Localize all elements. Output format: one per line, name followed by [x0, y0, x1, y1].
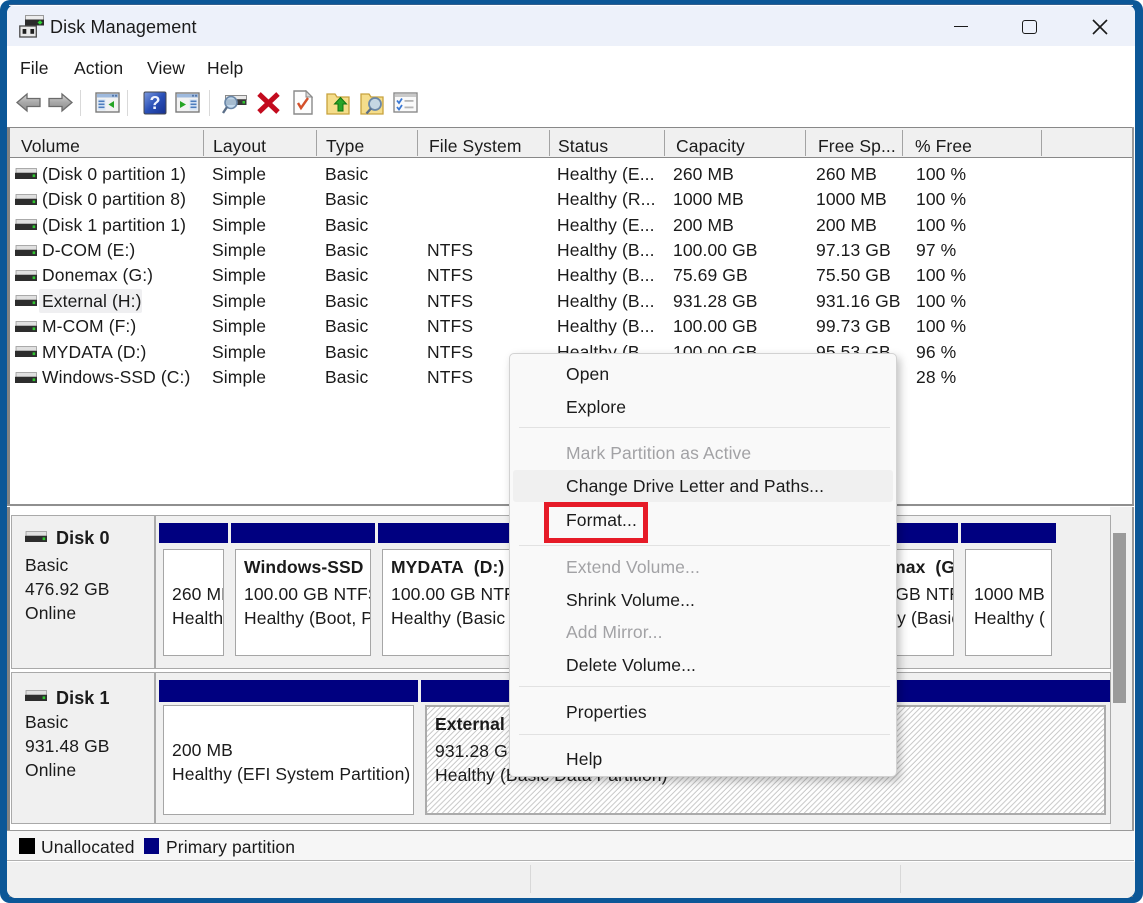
svg-text:?: ?: [150, 93, 161, 113]
